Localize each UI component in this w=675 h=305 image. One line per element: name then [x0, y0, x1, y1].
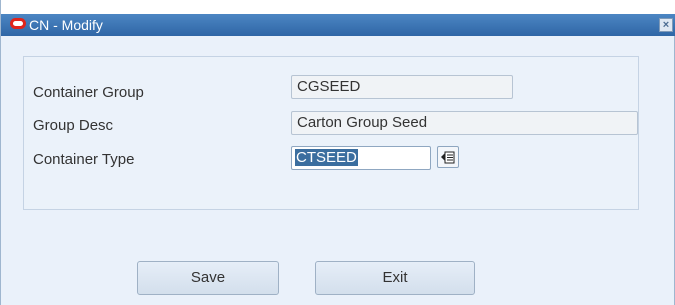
window-title: CN - Modify [29, 17, 103, 33]
save-button[interactable]: Save [137, 261, 279, 295]
container-type-label: Container Type [33, 151, 135, 168]
title-bar: CN - Modify × [1, 14, 675, 36]
container-type-value: CTSEED [295, 149, 358, 166]
oracle-logo-icon [10, 18, 26, 29]
list-of-values-icon[interactable] [437, 146, 459, 168]
container-group-field[interactable]: CGSEED [291, 75, 513, 99]
dialog-window: CN - Modify × Container Group CGSEED Gro… [0, 0, 675, 305]
exit-button[interactable]: Exit [315, 261, 475, 295]
close-icon[interactable]: × [659, 18, 673, 32]
container-type-field[interactable]: CTSEED [291, 146, 431, 170]
container-group-label: Container Group [33, 84, 144, 101]
group-desc-field[interactable]: Carton Group Seed [291, 111, 638, 135]
group-desc-label: Group Desc [33, 117, 114, 134]
top-strip [1, 0, 675, 14]
